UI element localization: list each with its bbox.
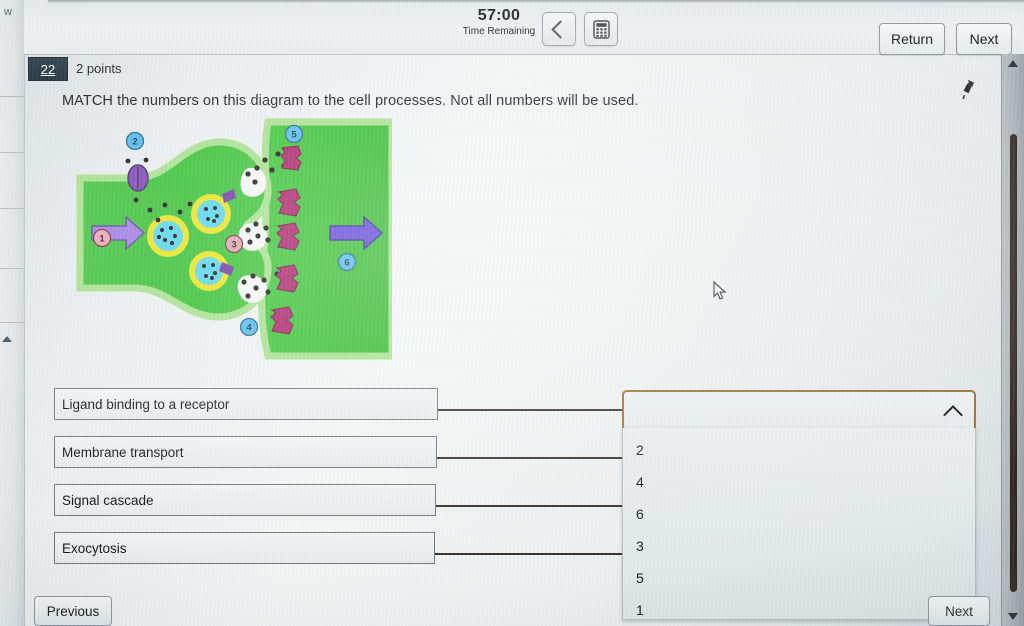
svg-text:1: 1 xyxy=(99,234,105,245)
svg-text:4: 4 xyxy=(246,323,252,334)
cell-signaling-diagram: 1 2 3 4 5 6 xyxy=(72,116,396,361)
prompt-signal-cascade[interactable]: Signal cascade xyxy=(54,484,436,516)
timer: 57:00 Time Remaining xyxy=(444,8,554,38)
return-button[interactable]: Return xyxy=(879,23,945,55)
question-points: 2 points xyxy=(76,61,122,76)
calculator-icon xyxy=(592,19,610,39)
dropdown-option-list[interactable]: 2 4 6 3 5 1 xyxy=(622,428,976,620)
prompt-exocytosis[interactable]: Exocytosis xyxy=(54,532,435,564)
vesicle xyxy=(147,215,189,257)
pushpin-icon[interactable] xyxy=(955,75,981,101)
connector-line xyxy=(435,553,624,555)
question-number: 22 xyxy=(40,61,56,77)
dropdown-option[interactable]: 3 xyxy=(636,538,644,554)
svg-text:5: 5 xyxy=(291,130,297,141)
dropdown-option[interactable]: 1 xyxy=(636,602,644,618)
prompt-label: Signal cascade xyxy=(62,492,154,508)
background-scroll-arrow-icon xyxy=(2,336,12,342)
triangle-down-icon[interactable] xyxy=(1008,613,1018,620)
prompt-label: Ligand binding to a receptor xyxy=(62,396,230,412)
toolbar-top-edge xyxy=(48,0,1024,3)
svg-text:2: 2 xyxy=(132,137,137,148)
prompt-membrane-transport[interactable]: Membrane transport xyxy=(54,436,437,468)
back-button[interactable] xyxy=(542,12,576,46)
timer-label: Time Remaining xyxy=(462,26,536,37)
vertical-scrollbar[interactable] xyxy=(1001,54,1024,626)
chevron-left-icon xyxy=(551,19,570,39)
background-glyph: w xyxy=(4,6,12,18)
dropdown-option[interactable]: 6 xyxy=(636,506,644,522)
connector-line xyxy=(436,505,624,507)
next-button-top[interactable]: Next xyxy=(956,23,1012,55)
previous-button[interactable]: Previous xyxy=(34,596,112,626)
connector-line xyxy=(437,457,624,459)
prompt-label: Exocytosis xyxy=(62,540,127,556)
exam-screen: w 57:00 Time Remaining Return Next 22 2 … xyxy=(0,0,1024,626)
exam-toolbar: 57:00 Time Remaining Return Next xyxy=(24,0,1024,55)
svg-text:3: 3 xyxy=(231,240,236,251)
question-number-badge: 22 xyxy=(28,57,68,81)
chevron-up-icon[interactable] xyxy=(943,405,963,425)
answer-dropdown[interactable] xyxy=(622,390,976,432)
dropdown-option[interactable]: 2 xyxy=(636,442,644,458)
svg-text:6: 6 xyxy=(344,258,349,269)
scrollbar-thumb[interactable] xyxy=(1010,134,1017,592)
dropdown-option[interactable]: 5 xyxy=(636,570,644,586)
background-panel-sliver: w xyxy=(0,0,25,626)
calculator-button[interactable] xyxy=(584,12,618,46)
question-instruction: MATCH the numbers on this diagram to the… xyxy=(62,93,639,109)
mouse-pointer-icon xyxy=(713,280,727,306)
timer-value: 57:00 xyxy=(477,7,521,24)
connector-line xyxy=(438,409,624,411)
prompt-label: Membrane transport xyxy=(62,444,184,460)
next-button-bottom[interactable]: Next xyxy=(928,596,990,626)
dropdown-option[interactable]: 4 xyxy=(636,474,644,490)
prompt-ligand-binding[interactable]: Ligand binding to a receptor xyxy=(54,388,438,420)
triangle-up-icon[interactable] xyxy=(1008,60,1018,67)
